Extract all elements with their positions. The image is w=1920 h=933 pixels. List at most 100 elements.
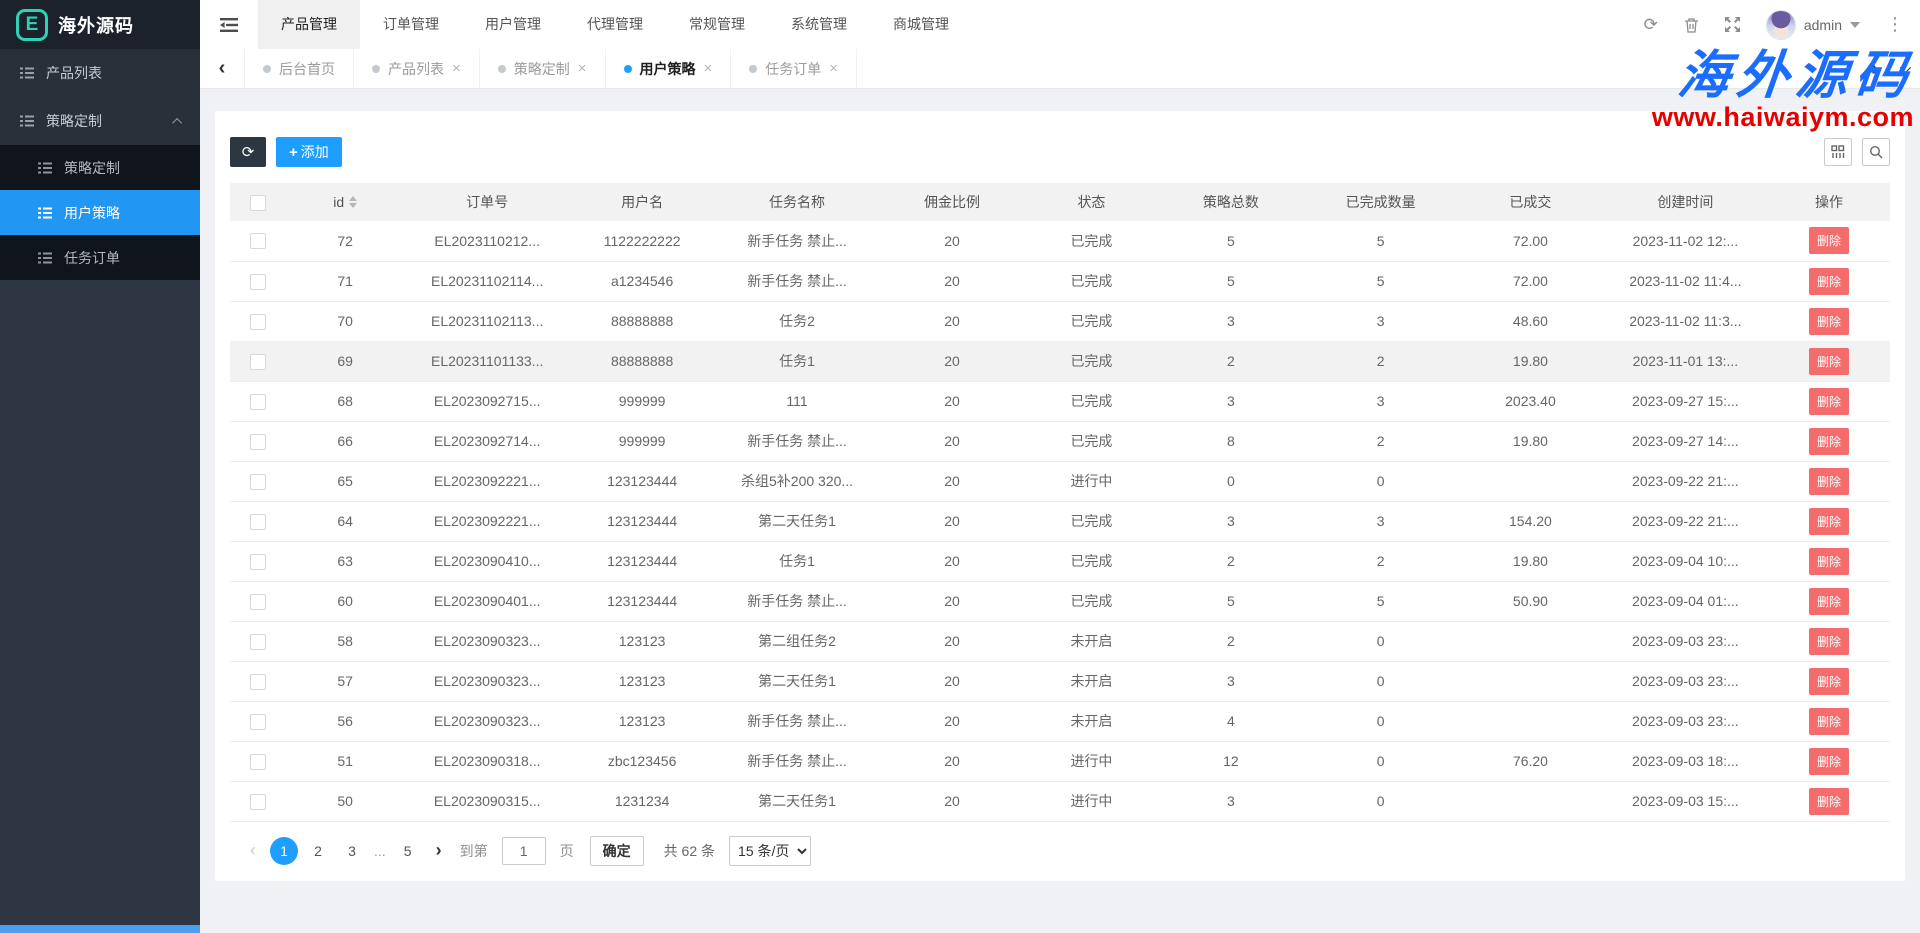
table-row[interactable]: 60EL2023090401...123123444新手任务 禁止...20已完… (230, 581, 1890, 621)
tab-close-icon[interactable]: × (704, 60, 713, 77)
tab-4[interactable]: 任务订单× (730, 49, 857, 88)
sort-desc-icon[interactable] (349, 203, 357, 208)
delete-button[interactable]: 删除 (1809, 468, 1849, 495)
delete-button[interactable]: 删除 (1809, 708, 1849, 735)
nav-item-6[interactable]: 商城管理 (870, 0, 972, 49)
nav-item-4[interactable]: 常规管理 (666, 0, 768, 49)
cell-task: 新手任务 禁止... (714, 261, 879, 301)
sidebar-item-1[interactable]: 策略定制 (0, 97, 200, 145)
id-sort-header[interactable]: id (333, 194, 357, 210)
add-button[interactable]: + 添加 (276, 137, 342, 167)
tabs-dropdown-icon[interactable] (1900, 62, 1911, 73)
table-row[interactable]: 72EL2023110212...1122222222新手任务 禁止...20已… (230, 221, 1890, 261)
row-checkbox[interactable] (250, 594, 266, 610)
delete-button[interactable]: 删除 (1809, 268, 1849, 295)
row-checkbox[interactable] (250, 233, 266, 249)
tab-0[interactable]: 后台首页 (244, 49, 353, 88)
table-row[interactable]: 68EL2023092715...99999911120已完成332023.40… (230, 381, 1890, 421)
page-number-3[interactable]: 3 (338, 837, 366, 865)
cell-status: 已完成 (1024, 541, 1158, 581)
row-checkbox[interactable] (250, 434, 266, 450)
row-checkbox[interactable] (250, 674, 266, 690)
row-checkbox[interactable] (250, 354, 266, 370)
sidebar-item-4[interactable]: 任务订单 (0, 235, 200, 280)
row-checkbox[interactable] (250, 794, 266, 810)
delete-button[interactable]: 删除 (1809, 388, 1849, 415)
select-all-checkbox[interactable] (250, 195, 266, 211)
delete-button[interactable]: 删除 (1809, 588, 1849, 615)
page-size-select[interactable]: 15 条/页 (729, 836, 811, 866)
page-prev-button[interactable]: ‹ (242, 840, 264, 861)
delete-button[interactable]: 删除 (1809, 668, 1849, 695)
cell-order_no: EL20231102114... (405, 261, 570, 301)
table-row[interactable]: 69EL20231101133...88888888任务120已完成2219.8… (230, 341, 1890, 381)
columns-toggle-button[interactable] (1824, 138, 1852, 166)
goto-confirm-button[interactable]: 确定 (590, 836, 644, 866)
page-number-1[interactable]: 1 (270, 837, 298, 865)
table-row[interactable]: 66EL2023092714...999999新手任务 禁止...20已完成82… (230, 421, 1890, 461)
sidebar-item-3[interactable]: 用户策略 (0, 190, 200, 235)
table-row[interactable]: 58EL2023090323...123123第二组任务220未开启202023… (230, 621, 1890, 661)
table-row[interactable]: 51EL2023090318...zbc123456新手任务 禁止...20进行… (230, 741, 1890, 781)
sort-icon[interactable] (349, 196, 357, 208)
delete-button[interactable]: 删除 (1809, 508, 1849, 535)
more-menu-icon[interactable]: ⋮ (1886, 14, 1904, 35)
page-next-button[interactable]: › (428, 840, 450, 861)
tab-2[interactable]: 策略定制× (479, 49, 605, 88)
nav-item-2[interactable]: 用户管理 (462, 0, 564, 49)
row-checkbox[interactable] (250, 514, 266, 530)
tab-1[interactable]: 产品列表× (353, 49, 479, 88)
trash-icon[interactable] (1684, 17, 1699, 33)
delete-button[interactable]: 删除 (1809, 227, 1849, 254)
table-row[interactable]: 50EL2023090315...1231234第二天任务120进行中30202… (230, 781, 1890, 821)
delete-button[interactable]: 删除 (1809, 628, 1849, 655)
table-row[interactable]: 65EL2023092221...123123444杀组5补200 320...… (230, 461, 1890, 501)
nav-item-5[interactable]: 系统管理 (768, 0, 870, 49)
row-checkbox[interactable] (250, 554, 266, 570)
row-checkbox[interactable] (250, 754, 266, 770)
cell-order_no: EL2023090410... (405, 541, 570, 581)
tabs-scroll-right-button[interactable]: › (1871, 58, 1878, 81)
goto-page-input[interactable] (502, 837, 546, 865)
table-row[interactable]: 70EL20231102113...88888888任务220已完成3348.6… (230, 301, 1890, 341)
table-row[interactable]: 64EL2023092221...123123444第二天任务120已完成331… (230, 501, 1890, 541)
sidebar-item-0[interactable]: 产品列表 (0, 49, 200, 97)
row-checkbox[interactable] (250, 714, 266, 730)
sidebar-item-2[interactable]: 策略定制 (0, 145, 200, 190)
table-row[interactable]: 56EL2023090323...123123新手任务 禁止...20未开启40… (230, 701, 1890, 741)
fullscreen-icon[interactable] (1725, 17, 1740, 32)
refresh-icon[interactable]: ⟳ (1644, 15, 1658, 35)
row-checkbox[interactable] (250, 314, 266, 330)
delete-button[interactable]: 删除 (1809, 428, 1849, 455)
table-row[interactable]: 63EL2023090410...123123444任务120已完成2219.8… (230, 541, 1890, 581)
refresh-table-button[interactable]: ⟳ (230, 137, 266, 167)
brand-title: 海外源码 (58, 12, 134, 38)
delete-button[interactable]: 删除 (1809, 748, 1849, 775)
scrollbar-thumb[interactable] (0, 925, 200, 933)
tabs-scroll-left-button[interactable]: ‹ (200, 49, 244, 88)
table-row[interactable]: 57EL2023090323...123123第二天任务120未开启302023… (230, 661, 1890, 701)
sidebar-collapse-button[interactable] (200, 0, 258, 49)
row-checkbox[interactable] (250, 274, 266, 290)
row-checkbox[interactable] (250, 394, 266, 410)
search-button[interactable] (1862, 138, 1890, 166)
horizontal-scrollbar[interactable] (0, 925, 1920, 933)
user-menu[interactable]: admin (1766, 10, 1860, 40)
page-number-2[interactable]: 2 (304, 837, 332, 865)
nav-item-3[interactable]: 代理管理 (564, 0, 666, 49)
table-row[interactable]: 71EL20231102114...a1234546新手任务 禁止...20已完… (230, 261, 1890, 301)
tab-close-icon[interactable]: × (452, 60, 461, 77)
tab-close-icon[interactable]: × (829, 60, 838, 77)
sort-asc-icon[interactable] (349, 196, 357, 201)
page-number-5[interactable]: 5 (394, 837, 422, 865)
delete-button[interactable]: 删除 (1809, 348, 1849, 375)
tab-close-icon[interactable]: × (578, 60, 587, 77)
nav-item-1[interactable]: 订单管理 (360, 0, 462, 49)
tab-3[interactable]: 用户策略× (605, 49, 731, 88)
row-checkbox[interactable] (250, 474, 266, 490)
delete-button[interactable]: 删除 (1809, 308, 1849, 335)
row-checkbox[interactable] (250, 634, 266, 650)
delete-button[interactable]: 删除 (1809, 548, 1849, 575)
delete-button[interactable]: 删除 (1809, 788, 1849, 815)
nav-item-0[interactable]: 产品管理 (258, 0, 360, 49)
